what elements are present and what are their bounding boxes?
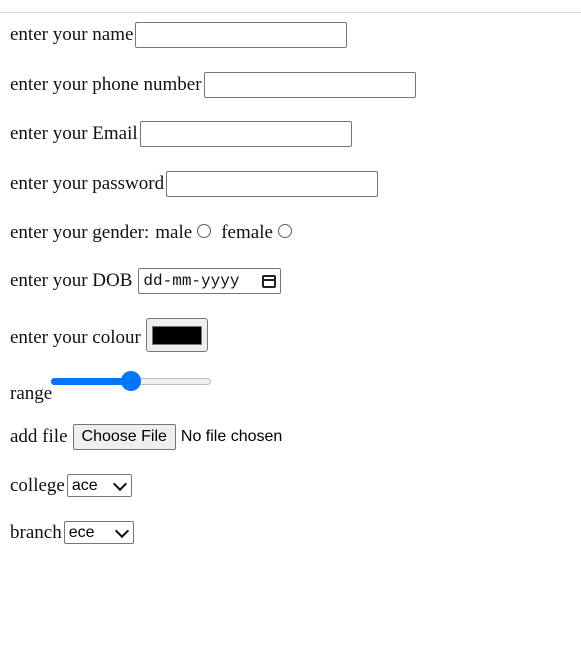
range-thumb[interactable] [121,370,142,391]
range-row: range [10,370,213,405]
branch-label: branch [10,521,62,543]
dob-date-input[interactable]: dd-mm-yyyy [138,268,282,294]
branch-selected-value: ece [68,523,95,541]
chevron-down-icon [112,476,127,491]
range-label: range [10,383,53,404]
phone-label: enter your phone number [10,74,202,95]
email-input[interactable] [139,121,352,147]
name-row: enter your name [10,22,348,48]
dob-label: enter your DOB [10,270,133,291]
file-status: No file chosen [180,428,283,445]
password-input[interactable] [166,171,379,197]
range-fill [51,377,132,385]
gender-label: enter your gender: [10,222,150,243]
dob-row: enter your DOB dd-mm-yyyy [10,268,282,294]
name-input[interactable] [135,22,348,48]
colour-label: enter your colour [10,327,141,348]
college-selected-value: ace [71,476,98,494]
choose-file-button[interactable]: Choose File [72,424,176,450]
range-slider[interactable] [51,370,213,392]
gender-male-radio[interactable] [197,224,212,238]
colour-picker[interactable] [145,318,208,352]
file-label: add file [10,426,68,447]
phone-input[interactable] [203,72,416,98]
email-row: enter your Email [10,121,352,147]
college-label: college [10,474,65,496]
college-select[interactable]: ace [66,474,132,497]
password-row: enter your password [10,171,379,197]
chevron-down-icon [114,523,129,538]
calendar-icon[interactable] [262,274,277,288]
file-row: add file Choose File No file chosen [10,424,282,450]
gender-male-label: male [155,222,193,243]
branch-row: branch ece [10,521,134,544]
colour-row: enter your colour [10,318,208,352]
email-label: enter your Email [10,123,138,144]
gender-female-radio[interactable] [277,224,292,238]
dob-placeholder: dd-mm-yyyy [143,272,240,290]
college-row: college ace [10,474,132,497]
colour-swatch [151,325,202,345]
top-divider [0,12,581,13]
password-label: enter your password [10,173,165,194]
gender-female-label: female [221,222,273,243]
phone-row: enter your phone number [10,72,416,98]
name-label: enter your name [10,24,134,45]
branch-select[interactable]: ece [63,521,134,544]
gender-row: enter your gender: male female [10,222,302,244]
